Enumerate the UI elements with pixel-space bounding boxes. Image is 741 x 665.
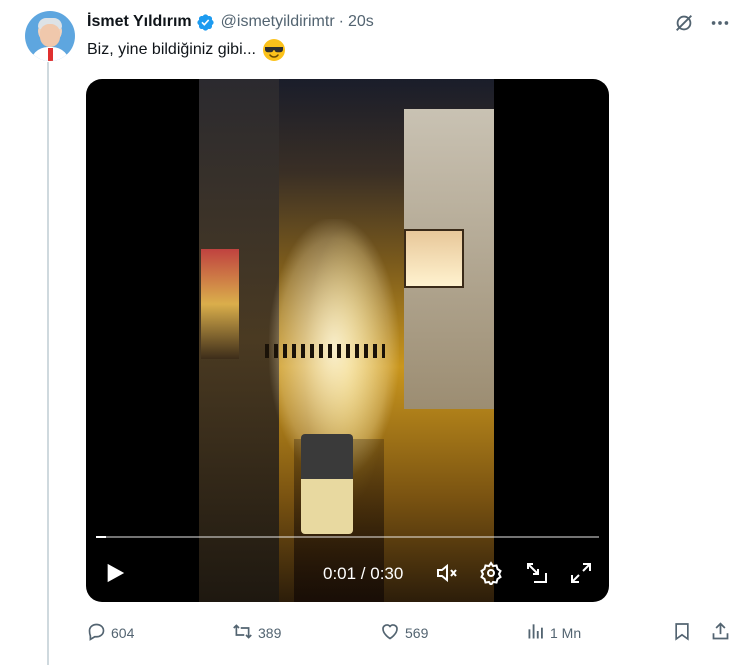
header-actions bbox=[673, 12, 731, 34]
fullscreen-icon[interactable] bbox=[569, 561, 593, 590]
settings-icon[interactable] bbox=[479, 561, 503, 590]
video-time: 0:01 / 0:30 bbox=[323, 564, 404, 583]
author-name[interactable]: İsmet Yıldırım bbox=[87, 13, 192, 31]
bookmark-button[interactable] bbox=[672, 621, 692, 645]
tweet-text-row: Biz, yine bildiğiniz gibi... bbox=[87, 38, 286, 62]
tweet-header: İsmet Yıldırım @ismetyildirimtr · 20s bbox=[87, 11, 374, 33]
frame-cafe bbox=[404, 229, 464, 288]
bookmark-icon bbox=[672, 621, 692, 645]
reply-icon bbox=[86, 621, 107, 645]
verified-badge-icon[interactable] bbox=[196, 13, 215, 32]
avatar[interactable] bbox=[25, 11, 75, 61]
video-controls: 0:01 / 0:30 bbox=[86, 559, 609, 587]
thread-line bbox=[47, 62, 49, 665]
video-player[interactable]: 0:01 / 0:30 bbox=[86, 79, 609, 602]
video-progress-bar[interactable] bbox=[96, 536, 599, 538]
separator-dot: · bbox=[338, 13, 344, 30]
view-count: 1 Mn bbox=[550, 624, 582, 641]
mute-icon[interactable] bbox=[435, 561, 459, 590]
tweet-text: Biz, yine bildiğiniz gibi... bbox=[87, 41, 256, 58]
like-icon bbox=[379, 621, 401, 645]
frame-shop-signs bbox=[201, 249, 239, 359]
picture-in-picture-icon[interactable] bbox=[525, 561, 549, 590]
smiling-face-with-sunglasses-emoji bbox=[262, 38, 286, 62]
retweet-count: 389 bbox=[258, 625, 282, 641]
retweet-button[interactable]: 389 bbox=[231, 621, 281, 645]
frame-people bbox=[265, 344, 385, 358]
avatar-face bbox=[40, 24, 60, 47]
play-icon[interactable] bbox=[104, 562, 126, 589]
author-handle[interactable]: @ismetyildirimtr bbox=[221, 13, 335, 31]
reply-button[interactable]: 604 bbox=[86, 621, 134, 645]
grok-icon[interactable] bbox=[673, 12, 695, 34]
post-time[interactable]: 20s bbox=[348, 13, 374, 31]
avatar-tie bbox=[48, 48, 53, 61]
like-button[interactable]: 569 bbox=[379, 621, 428, 645]
tweet-actions: 604 389 569 1 Mn bbox=[86, 621, 731, 643]
frame-truck bbox=[301, 434, 353, 534]
more-icon[interactable] bbox=[709, 12, 731, 34]
views-icon bbox=[526, 621, 546, 644]
like-count: 569 bbox=[405, 625, 429, 641]
reply-count: 604 bbox=[111, 625, 135, 641]
retweet-icon bbox=[231, 621, 254, 645]
video-progress-fill bbox=[96, 536, 107, 538]
video-frame[interactable] bbox=[199, 79, 494, 602]
views-button[interactable]: 1 Mn bbox=[526, 621, 581, 644]
share-button[interactable] bbox=[710, 621, 731, 645]
share-icon bbox=[710, 621, 731, 645]
